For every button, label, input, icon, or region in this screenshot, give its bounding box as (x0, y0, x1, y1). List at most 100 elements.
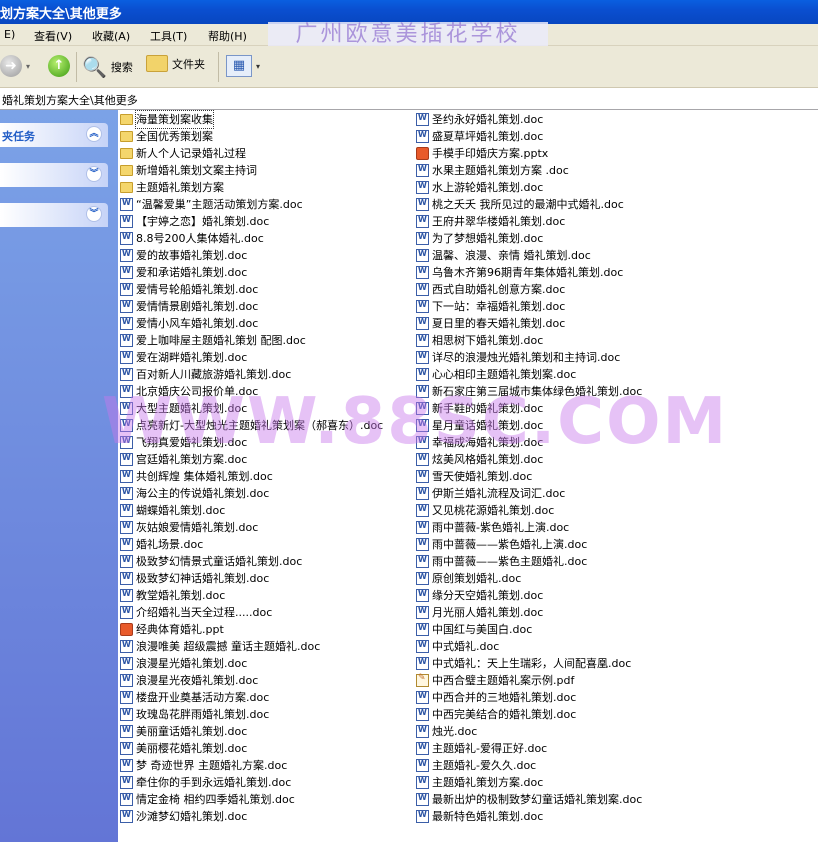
file-item[interactable]: 雪天使婚礼策划.doc (416, 468, 532, 485)
file-item[interactable]: 下一站：幸福婚礼策划.doc (416, 298, 565, 315)
file-item[interactable]: 新人个人记录婚礼过程 (120, 145, 246, 162)
task-panel-header-other-places[interactable]: ︾ (0, 163, 108, 187)
chevron-double-down-icon[interactable]: ︾ (86, 166, 102, 182)
file-item[interactable]: 情定金椅 相约四季婚礼策划.doc (120, 791, 295, 808)
file-item[interactable]: 浪漫唯美 超级震撼 童话主题婚礼.doc (120, 638, 320, 655)
file-item[interactable]: 沙滩梦幻婚礼策划.doc (120, 808, 247, 825)
up-folder-button[interactable]: ↑ (48, 55, 70, 77)
file-item[interactable]: 星月童话婚礼策划.doc (416, 417, 543, 434)
file-item[interactable]: 新石家庄第三届城市集体绿色婚礼策划.doc (416, 383, 642, 400)
file-item[interactable]: 主题婚礼策划方案.doc (416, 774, 543, 791)
file-item[interactable]: 又见桃花源婚礼策划.doc (416, 502, 554, 519)
menu-item-favorites[interactable]: 收藏(A) (92, 28, 130, 44)
file-item[interactable]: 伊斯兰婚礼流程及词汇.doc (416, 485, 565, 502)
file-item[interactable]: 楼盘开业奠基活动方案.doc (120, 689, 269, 706)
file-item[interactable]: 共创辉煌 集体婚礼策划.doc (120, 468, 273, 485)
task-panel-header-file-tasks[interactable]: 夹任务 ︽ (0, 123, 108, 147)
file-item[interactable]: 中国红与美国白.doc (416, 621, 532, 638)
file-item[interactable]: 北京婚庆公司报价单.doc (120, 383, 258, 400)
file-item[interactable]: 爱和承诺婚礼策划.doc (120, 264, 247, 281)
forward-button[interactable]: ➜ ▾ (0, 55, 30, 77)
file-item[interactable]: 最新出炉的极制致梦幻童话婚礼策划案.doc (416, 791, 642, 808)
file-item[interactable]: 爱情号轮船婚礼策划.doc (120, 281, 258, 298)
chevron-double-up-icon[interactable]: ︽ (86, 126, 102, 142)
file-item[interactable]: 乌鲁木齐第96期青年集体婚礼策划.doc (416, 264, 623, 281)
search-button[interactable]: 🔍 搜索 (82, 55, 133, 79)
file-item[interactable]: 爱在湖畔婚礼策划.doc (120, 349, 247, 366)
file-item[interactable]: 中西完美结合的婚礼策划.doc (416, 706, 576, 723)
file-item[interactable]: 温馨、浪漫、亲情 婚礼策划.doc (416, 247, 591, 264)
file-item[interactable]: 浪漫星光夜婚礼策划.doc (120, 672, 258, 689)
file-item[interactable]: 炫美风格婚礼策划.doc (416, 451, 543, 468)
file-item[interactable]: 爱上咖啡屋主题婚礼策划 配图.doc (120, 332, 306, 349)
file-item[interactable]: 海公主的传说婚礼策划.doc (120, 485, 269, 502)
chevron-double-down-icon[interactable]: ︾ (86, 206, 102, 222)
file-item[interactable]: 盛夏草坪婚礼策划.doc (416, 128, 543, 145)
file-item[interactable]: 极致梦幻神话婚礼策划.doc (120, 570, 269, 587)
file-item[interactable]: 蝴蝶婚礼策划.doc (120, 502, 225, 519)
file-item[interactable]: 最新特色婚礼策划.doc (416, 808, 543, 825)
file-item[interactable]: 新增婚礼策划文案主持词 (120, 162, 257, 179)
file-item[interactable]: 主题婚礼-爱久久.doc (416, 757, 536, 774)
menu-item-edit[interactable]: E) (4, 28, 15, 41)
file-item[interactable]: 原创策划婚礼.doc (416, 570, 521, 587)
file-item[interactable]: 水上游轮婚礼策划.doc (416, 179, 543, 196)
menu-item-help[interactable]: 帮助(H) (208, 28, 247, 44)
address-bar[interactable]: 婚礼策划方案大全\其他更多 (0, 88, 818, 110)
file-item[interactable]: 爱情情景剧婚礼策划.doc (120, 298, 258, 315)
file-item[interactable]: 教堂婚礼策划.doc (120, 587, 225, 604)
file-item[interactable]: 雨中蔷薇——紫色婚礼上演.doc (416, 536, 587, 553)
file-item[interactable]: 西式自助婚礼创意方案.doc (416, 281, 565, 298)
file-item[interactable]: 玫瑰岛花胖雨婚礼策划.doc (120, 706, 269, 723)
file-item[interactable]: 点亮新灯-大型烛光主题婚礼策划案（郝喜东）.doc (120, 417, 383, 434)
file-item[interactable]: 爱情小风车婚礼策划.doc (120, 315, 258, 332)
file-item[interactable]: 桃之夭夭 我所见过的最潮中式婚礼.doc (416, 196, 624, 213)
views-button[interactable]: ▦ ▾ (226, 55, 260, 77)
file-item[interactable]: 美丽樱花婚礼策划.doc (120, 740, 247, 757)
file-item[interactable]: 飞翔真爱婚礼策划.doc (120, 434, 247, 451)
file-item[interactable]: 夏日里的春天婚礼策划.doc (416, 315, 565, 332)
file-item[interactable]: 中式婚礼.doc (416, 638, 499, 655)
file-item[interactable]: 8.8号200人集体婚礼.doc (120, 230, 264, 247)
file-item[interactable]: 【宇婷之恋】婚礼策划.doc (120, 213, 269, 230)
file-item[interactable]: 新手鞋的婚礼策划.doc (416, 400, 543, 417)
file-item[interactable]: 婚礼场景.doc (120, 536, 203, 553)
file-item[interactable]: 爱的故事婚礼策划.doc (120, 247, 247, 264)
file-item[interactable]: 缘分天空婚礼策划.doc (416, 587, 543, 604)
file-item[interactable]: 手模手印婚庆方案.pptx (416, 145, 548, 162)
file-item[interactable]: 大型主题婚礼策划.doc (120, 400, 247, 417)
dropdown-arrow-icon[interactable]: ▾ (26, 62, 30, 71)
file-item[interactable]: 中式婚礼：天上生瑞彩，人间配喜凰.doc (416, 655, 631, 672)
file-item[interactable]: 梦 奇迹世界 主题婚礼方案.doc (120, 757, 287, 774)
file-item[interactable]: 为了梦想婚礼策划.doc (416, 230, 543, 247)
file-item[interactable]: 主题婚礼-爱得正好.doc (416, 740, 547, 757)
menu-item-tools[interactable]: 工具(T) (150, 28, 187, 44)
file-item[interactable]: 圣约永好婚礼策划.doc (416, 111, 543, 128)
file-item[interactable]: “温馨爱巢”主题活动策划方案.doc (120, 196, 303, 213)
file-item[interactable]: 水果主题婚礼策划方案 .doc (416, 162, 569, 179)
file-item[interactable]: 经典体育婚礼.ppt (120, 621, 224, 638)
file-item[interactable]: 月光丽人婚礼策划.doc (416, 604, 543, 621)
file-item[interactable]: 介绍婚礼当天全过程.....doc (120, 604, 272, 621)
file-item[interactable]: 心心相印主题婚礼策划案.doc (416, 366, 576, 383)
file-item[interactable]: 主题婚礼策划方案 (120, 179, 224, 196)
file-item[interactable]: 雨中蔷薇-紫色婚礼上演.doc (416, 519, 569, 536)
file-item[interactable]: 中西合并的三地婚礼策划.doc (416, 689, 576, 706)
file-item[interactable]: 烛光.doc (416, 723, 477, 740)
task-panel-header-details[interactable]: ︾ (0, 203, 108, 227)
file-item[interactable]: 中西合璧主题婚礼案示例.pdf (416, 672, 574, 689)
file-item[interactable]: 海量策划案收集 (120, 110, 214, 129)
menu-item-view[interactable]: 查看(V) (34, 28, 72, 44)
file-item[interactable]: 美丽童话婚礼策划.doc (120, 723, 247, 740)
file-item[interactable]: 雨中蔷薇——紫色主题婚礼.doc (416, 553, 587, 570)
file-item[interactable]: 灰姑娘爱情婚礼策划.doc (120, 519, 258, 536)
title-bar[interactable]: 划方案大全\其他更多 (0, 0, 818, 24)
file-item[interactable]: 浪漫星光婚礼策划.doc (120, 655, 247, 672)
file-item[interactable]: 宫廷婚礼策划方案.doc (120, 451, 247, 468)
folders-button[interactable]: 文件夹 (146, 55, 205, 72)
file-item[interactable]: 幸福成海婚礼策划.doc (416, 434, 543, 451)
file-item[interactable]: 相思树下婚礼策划.doc (416, 332, 543, 349)
file-item[interactable]: 极致梦幻情景式童话婚礼策划.doc (120, 553, 302, 570)
file-item[interactable]: 全国优秀策划案 (120, 128, 213, 145)
file-list[interactable]: 海量策划案收集 全国优秀策划案 新人个人记录婚礼过程 新增婚礼策划文案主持词 主题婚礼策… (118, 110, 818, 842)
